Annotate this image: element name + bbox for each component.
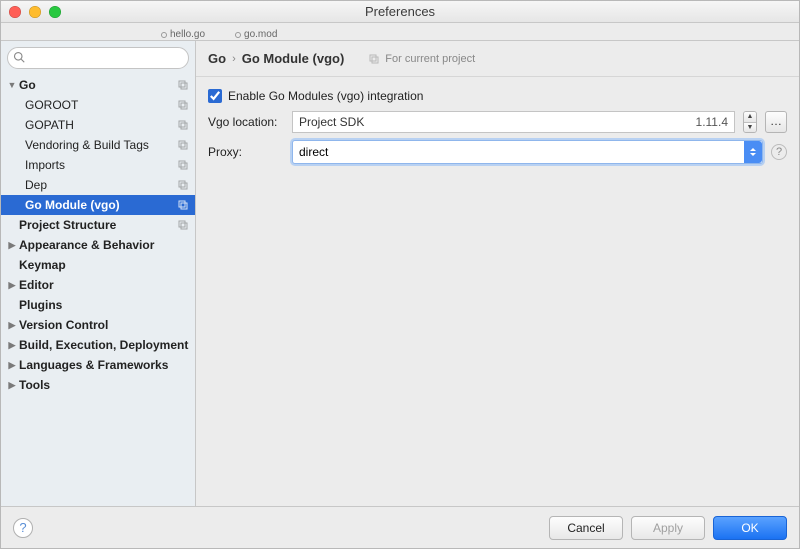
caret-right-icon: ▶ — [7, 240, 17, 251]
preferences-search-input[interactable] — [7, 47, 189, 69]
scope-label: For current project — [385, 53, 475, 65]
caret-right-icon: ▶ — [7, 380, 17, 391]
enable-go-modules-checkbox[interactable] — [208, 89, 222, 103]
tree-node-label: Imports — [25, 158, 177, 172]
tree-node-label: Languages & Frameworks — [19, 358, 189, 372]
tree-node-label: Build, Execution, Deployment — [19, 338, 189, 352]
breadcrumb: Go › Go Module (vgo) For current project — [196, 41, 799, 77]
apply-button[interactable]: Apply — [631, 516, 705, 540]
chevron-up-icon: ▲ — [744, 112, 756, 123]
current-project-icon — [177, 79, 189, 91]
tree-node-label: Version Control — [19, 318, 189, 332]
proxy-dropdown-button[interactable] — [744, 141, 762, 163]
titlebar: Preferences — [1, 1, 799, 23]
enable-go-modules-label: Enable Go Modules (vgo) integration — [228, 89, 423, 103]
tree-node-label: Keymap — [19, 258, 189, 272]
tree-node-appearance[interactable]: ▶Appearance & Behavior — [1, 235, 195, 255]
caret-right-icon: ▶ — [7, 360, 17, 371]
editor-tab[interactable]: hello.go — [161, 29, 205, 40]
vgo-location-browse-button[interactable]: … — [765, 111, 787, 133]
proxy-label: Proxy: — [208, 145, 284, 159]
preferences-tree: ▼ Go GOROOT GOPATH Vendoring & Build Tag… — [1, 75, 195, 506]
tree-node-go-module-vgo[interactable]: Go Module (vgo) — [1, 195, 195, 215]
chevron-right-icon: › — [232, 53, 236, 65]
caret-down-icon: ▼ — [7, 80, 17, 90]
chevron-down-icon — [750, 153, 756, 156]
tree-node-vcs[interactable]: ▶Version Control — [1, 315, 195, 335]
vgo-location-stepper[interactable]: ▲▼ — [743, 111, 757, 133]
tree-node-imports[interactable]: Imports — [1, 155, 195, 175]
caret-right-icon: ▶ — [7, 280, 17, 291]
current-project-icon — [177, 199, 189, 211]
current-project-icon — [177, 99, 189, 111]
tree-node-label: Editor — [19, 278, 189, 292]
tree-node-vendoring[interactable]: Vendoring & Build Tags — [1, 135, 195, 155]
window-title: Preferences — [1, 4, 799, 19]
current-project-icon — [177, 219, 189, 231]
go-file-icon — [161, 32, 167, 38]
tree-node-label: Tools — [19, 378, 189, 392]
dialog-footer: ? Cancel Apply OK — [1, 506, 799, 548]
chevron-down-icon: ▼ — [744, 123, 756, 133]
current-project-icon — [177, 179, 189, 191]
breadcrumb-leaf: Go Module (vgo) — [242, 51, 345, 66]
tree-node-label: Dep — [25, 178, 177, 192]
tree-node-label: Plugins — [19, 298, 189, 312]
tree-node-tools[interactable]: ▶Tools — [1, 375, 195, 395]
tree-node-dep[interactable]: Dep — [1, 175, 195, 195]
tree-node-languages[interactable]: ▶Languages & Frameworks — [1, 355, 195, 375]
tree-node-keymap[interactable]: Keymap — [1, 255, 195, 275]
tree-node-build[interactable]: ▶Build, Execution, Deployment — [1, 335, 195, 355]
preferences-sidebar: ▼ Go GOROOT GOPATH Vendoring & Build Tag… — [1, 41, 196, 506]
proxy-help-icon[interactable]: ? — [771, 144, 787, 160]
current-project-icon — [177, 159, 189, 171]
scope-indicator: For current project — [368, 53, 475, 65]
search-icon — [13, 51, 25, 63]
editor-tab-label: go.mod — [244, 29, 277, 40]
proxy-input[interactable] — [293, 145, 744, 159]
help-button[interactable]: ? — [13, 518, 33, 538]
chevron-up-icon — [750, 148, 756, 151]
breadcrumb-root[interactable]: Go — [208, 51, 226, 66]
vgo-location-value: Project SDK — [299, 115, 364, 129]
tree-node-goroot[interactable]: GOROOT — [1, 95, 195, 115]
go-file-icon — [235, 32, 241, 38]
tree-node-label: GOROOT — [25, 98, 177, 112]
cancel-button[interactable]: Cancel — [549, 516, 623, 540]
vgo-location-version: 1.11.4 — [696, 115, 728, 129]
caret-right-icon: ▶ — [7, 320, 17, 331]
editor-tab-bar: hello.go go.mod — [1, 23, 799, 41]
tree-node-project-structure[interactable]: Project Structure — [1, 215, 195, 235]
tree-node-editor[interactable]: ▶Editor — [1, 275, 195, 295]
proxy-combobox[interactable] — [292, 140, 763, 164]
tree-node-gopath[interactable]: GOPATH — [1, 115, 195, 135]
current-project-icon — [177, 119, 189, 131]
current-project-icon — [177, 139, 189, 151]
tree-node-label: GOPATH — [25, 118, 177, 132]
tree-node-label: Appearance & Behavior — [19, 238, 189, 252]
editor-tab[interactable]: go.mod — [235, 29, 277, 40]
caret-right-icon: ▶ — [7, 340, 17, 351]
tree-node-label: Go — [19, 78, 177, 92]
tree-node-label: Project Structure — [19, 218, 177, 232]
vgo-location-field[interactable]: Project SDK 1.11.4 — [292, 111, 735, 133]
editor-tab-label: hello.go — [170, 29, 205, 40]
vgo-location-label: Vgo location: — [208, 115, 284, 129]
tree-node-label: Go Module (vgo) — [25, 198, 177, 212]
tree-node-plugins[interactable]: Plugins — [1, 295, 195, 315]
ok-button[interactable]: OK — [713, 516, 787, 540]
current-project-icon — [368, 53, 380, 65]
tree-node-go[interactable]: ▼ Go — [1, 75, 195, 95]
tree-node-label: Vendoring & Build Tags — [25, 138, 177, 152]
